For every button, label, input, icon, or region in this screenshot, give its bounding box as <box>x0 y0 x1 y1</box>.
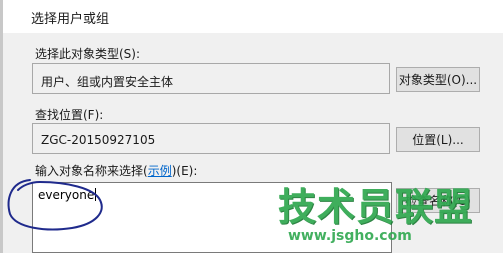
dialog-titlebar[interactable]: 选择用户或组 <box>3 0 503 33</box>
object-type-value: 用户、组或内置安全主体 <box>41 75 174 89</box>
object-names-value: everyone <box>38 188 95 202</box>
object-type-field: 用户、组或内置安全主体 <box>32 63 390 94</box>
dialog-title: 选择用户或组 <box>31 12 110 27</box>
object-names-label-suffix: )(E): <box>171 164 198 178</box>
location-label: 查找位置(F): <box>35 108 104 122</box>
object-types-button[interactable]: 对象类型(O)... <box>396 67 480 92</box>
location-field: ZGC-20150927105 <box>32 123 390 154</box>
object-names-label-prefix: 输入对象名称来选择( <box>35 164 148 178</box>
examples-link[interactable]: 示例 <box>148 164 172 178</box>
object-names-input[interactable]: everyone <box>32 182 392 253</box>
object-names-label: 输入对象名称来选择(示例)(E): <box>35 162 197 179</box>
check-names-button[interactable]: 检查名称(C) <box>396 188 480 213</box>
object-type-label: 选择此对象类型(S): <box>35 47 141 61</box>
location-value: ZGC-20150927105 <box>41 133 156 147</box>
locations-button[interactable]: 位置(L)... <box>396 127 480 152</box>
